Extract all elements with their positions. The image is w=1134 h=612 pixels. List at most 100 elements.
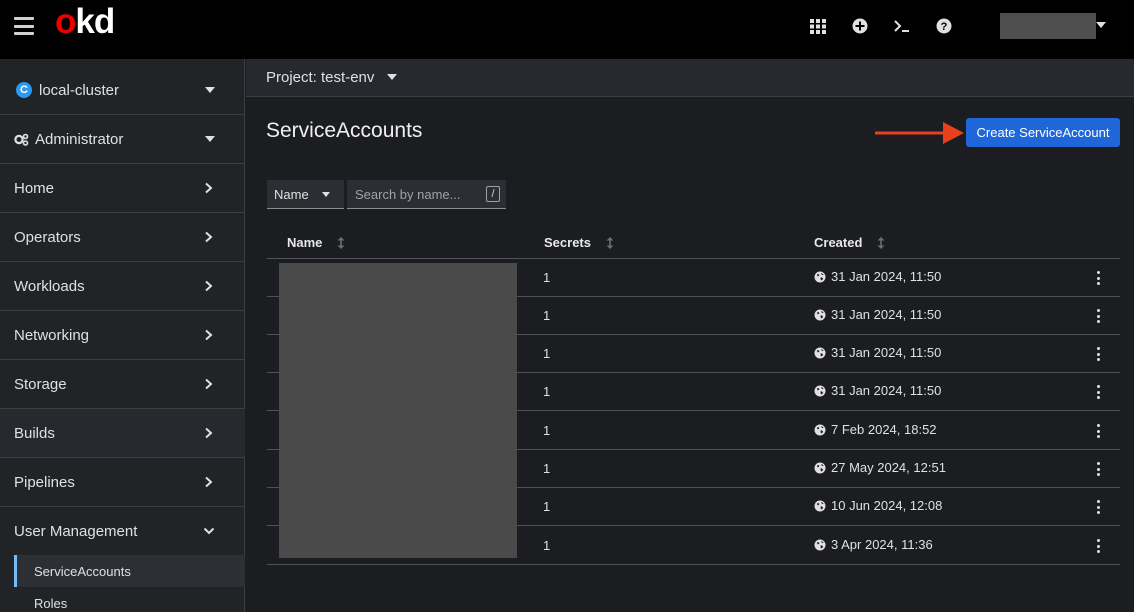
sidebar-item-operators[interactable]: Operators	[0, 213, 245, 262]
sidebar-item-label: Networking	[14, 326, 90, 344]
perspective-label: Administrator	[35, 130, 124, 148]
chevron-right-icon	[203, 280, 215, 292]
project-bar: Project: test-env	[246, 59, 1134, 97]
globe-icon	[814, 539, 826, 551]
sidebar-item-user-management[interactable]: User Management	[0, 507, 245, 556]
kebab-menu-icon[interactable]	[1093, 538, 1103, 554]
user-menu-caret-icon[interactable]	[1096, 22, 1106, 28]
kebab-menu-icon[interactable]	[1093, 499, 1103, 515]
hamburger-menu-icon[interactable]	[14, 17, 34, 35]
globe-icon	[814, 385, 826, 397]
caret-down-icon	[322, 192, 330, 197]
sort-icon	[337, 236, 345, 249]
column-header-created[interactable]: Created	[814, 235, 885, 250]
sidebar-item-workloads[interactable]: Workloads	[0, 262, 245, 311]
created-text: 7 Feb 2024, 18:52	[831, 422, 937, 437]
okd-logo[interactable]: okd	[55, 2, 115, 42]
page-title: ServiceAccounts	[266, 119, 423, 142]
sidebar-nav: C local-cluster Administrator Home Opera…	[0, 59, 245, 612]
globe-icon	[814, 462, 826, 474]
caret-down-icon	[205, 87, 215, 93]
column-header-name[interactable]: Name	[287, 235, 345, 250]
caret-down-icon	[205, 136, 215, 142]
search-input[interactable]	[347, 180, 506, 209]
terminal-icon[interactable]	[893, 17, 911, 35]
column-header-label: Name	[287, 235, 323, 250]
kebab-menu-icon[interactable]	[1093, 270, 1103, 286]
created-text: 31 Jan 2024, 11:50	[831, 269, 942, 284]
column-header-label: Secrets	[544, 235, 591, 250]
svg-text:?: ?	[941, 21, 948, 33]
chevron-right-icon	[203, 378, 215, 390]
sidebar-item-pipelines[interactable]: Pipelines	[0, 458, 245, 507]
created-cell: 31 Jan 2024, 11:50	[814, 269, 941, 284]
created-text: 10 Jun 2024, 12:08	[831, 498, 943, 513]
secrets-cell: 1	[543, 423, 551, 438]
sidebar-item-label: Operators	[14, 228, 81, 246]
sort-icon	[877, 236, 885, 249]
gears-icon	[14, 133, 29, 146]
secrets-cell: 1	[543, 346, 551, 361]
sidebar-item-builds[interactable]: Builds	[0, 409, 245, 458]
created-cell: 31 Jan 2024, 11:50	[814, 345, 941, 360]
masthead: okd ?	[0, 0, 1134, 59]
globe-icon	[814, 424, 826, 436]
sidebar-subitem-label: Roles	[34, 595, 68, 611]
globe-icon	[814, 500, 826, 512]
created-cell: 31 Jan 2024, 11:50	[814, 307, 941, 322]
created-text: 27 May 2024, 12:51	[831, 460, 946, 475]
created-text: 3 Apr 2024, 11:36	[831, 537, 933, 552]
globe-icon	[814, 309, 826, 321]
plus-circle-icon[interactable]	[851, 17, 869, 35]
secrets-cell: 1	[543, 538, 551, 553]
sidebar-item-label: Home	[14, 179, 55, 197]
kebab-menu-icon[interactable]	[1093, 346, 1103, 362]
created-cell: 31 Jan 2024, 11:50	[814, 383, 941, 398]
annotation-arrow-icon	[873, 121, 965, 145]
caret-down-icon[interactable]	[387, 74, 397, 80]
chevron-right-icon	[203, 476, 215, 488]
column-header-secrets[interactable]: Secrets	[544, 235, 614, 250]
kebab-menu-icon[interactable]	[1093, 461, 1103, 477]
globe-icon	[814, 347, 826, 359]
sort-icon	[606, 236, 614, 249]
project-selector[interactable]: Project: test-env	[266, 69, 374, 86]
sidebar-item-home[interactable]: Home	[0, 164, 245, 213]
redacted-name-column	[279, 263, 517, 558]
secrets-cell: 1	[543, 499, 551, 514]
sidebar-item-networking[interactable]: Networking	[0, 311, 245, 360]
sidebar-item-label: User Management	[14, 523, 138, 540]
sidebar-item-storage[interactable]: Storage	[0, 360, 245, 409]
user-menu[interactable]	[1000, 13, 1096, 39]
chevron-right-icon	[203, 427, 215, 439]
cluster-label: local-cluster	[39, 81, 120, 99]
cluster-badge-icon: C	[16, 82, 32, 98]
created-text: 31 Jan 2024, 11:50	[831, 345, 942, 360]
sidebar-subitem-label: ServiceAccounts	[34, 563, 131, 579]
create-serviceaccount-button[interactable]: Create ServiceAccount	[966, 118, 1120, 147]
kebab-menu-icon[interactable]	[1093, 423, 1103, 439]
sidebar-item-label: Workloads	[14, 277, 85, 295]
kebab-menu-icon[interactable]	[1093, 308, 1103, 324]
secrets-cell: 1	[543, 384, 551, 399]
sidebar-subitem-serviceaccounts[interactable]: ServiceAccounts	[14, 555, 245, 587]
grid-icon[interactable]	[809, 17, 827, 35]
globe-icon	[814, 271, 826, 283]
created-cell: 7 Feb 2024, 18:52	[814, 422, 937, 437]
keyboard-shortcut-hint: /	[486, 186, 500, 202]
sidebar-subitem-roles[interactable]: Roles	[14, 587, 245, 612]
created-text: 31 Jan 2024, 11:50	[831, 307, 942, 322]
perspective-switcher[interactable]: Administrator	[0, 115, 245, 164]
chevron-right-icon	[203, 231, 215, 243]
question-circle-icon[interactable]: ?	[935, 17, 953, 35]
created-text: 31 Jan 2024, 11:50	[831, 383, 942, 398]
created-cell: 10 Jun 2024, 12:08	[814, 498, 942, 513]
sidebar-item-label: Pipelines	[14, 473, 75, 491]
sidebar-item-label: Storage	[14, 375, 67, 393]
filter-type-dropdown[interactable]: Name	[267, 180, 344, 209]
kebab-menu-icon[interactable]	[1093, 384, 1103, 400]
filter-type-label: Name	[274, 186, 309, 202]
column-header-label: Created	[814, 235, 863, 250]
cluster-switcher[interactable]: C local-cluster	[0, 66, 245, 115]
secrets-cell: 1	[543, 461, 551, 476]
